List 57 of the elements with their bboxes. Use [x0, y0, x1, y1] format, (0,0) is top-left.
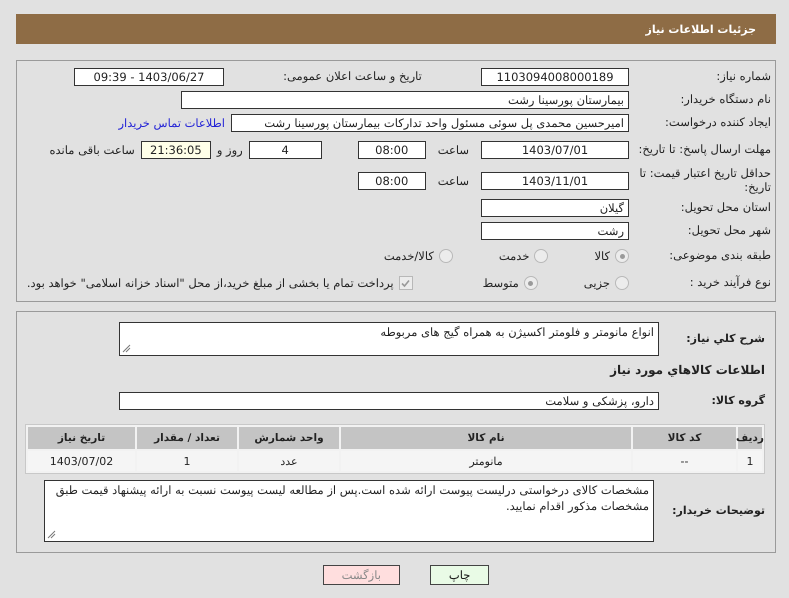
time-label: ساعت	[438, 174, 469, 188]
radio-button[interactable]	[615, 276, 629, 290]
time-field: 08:00	[358, 172, 426, 190]
field-label: شهر محل تحویل:	[686, 224, 771, 238]
field-label: شرح کلي نیاز:	[685, 332, 765, 346]
buyer-org-field: بیمارستان پورسینا رشت	[181, 91, 629, 109]
field-label: نوع فرآیند خرید :	[688, 276, 771, 290]
city-field: رشت	[481, 222, 629, 240]
checkbox-label: پرداخت تمام یا بخشی از مبلغ خرید،از محل "اسناد خزانه اسلامی" خواهد بود.	[26, 276, 394, 290]
goods-group-field: دارو، پزشکی و سلامت	[119, 392, 659, 410]
radio-label: متوسط	[482, 276, 519, 290]
field-label: مهلت ارسال پاسخ: تا تاریخ:	[637, 143, 771, 157]
field-label: تاریخ و ساعت اعلان عمومی:	[282, 70, 423, 84]
radio-label: کالا	[594, 249, 610, 263]
announce-date-field: 1403/06/27 - 09:39	[74, 68, 224, 86]
radio-button[interactable]	[615, 249, 629, 263]
description-field: انواع مانومتر و فلومتر اکسیژن به همراه گیج های مربوطه	[119, 322, 659, 356]
days-field: 4	[248, 141, 322, 159]
radio-button[interactable]	[524, 276, 538, 290]
contact-link[interactable]: اطلاعات تماس خریدار	[118, 116, 225, 130]
page-header: جزئیات اطلاعات نیاز	[16, 14, 776, 44]
need-number-field: 1103094008000189	[481, 68, 629, 86]
column-header: ردیف	[738, 427, 762, 449]
print-button[interactable]: چاپ	[430, 565, 490, 585]
remaining-label: ساعت باقی مانده	[50, 143, 135, 157]
checkbox[interactable]	[398, 276, 413, 290]
field-label: شماره نیاز:	[715, 70, 771, 84]
field-label: ایجاد کننده درخواست:	[664, 116, 771, 130]
province-field: گیلان	[481, 199, 629, 217]
time-label: ساعت	[438, 143, 469, 157]
radio-label: خدمت	[498, 249, 530, 263]
requester-field: امیرحسین محمدی پل سوئی مسئول واحد تدارکات بیمارستان پورسینا رشت	[231, 114, 629, 132]
column-header: واحد شمارش	[239, 427, 339, 449]
field-label: گروه کالا:	[710, 394, 765, 408]
column-header: تعداد / مقدار	[137, 427, 237, 449]
radio-label: جزیی	[584, 276, 610, 290]
column-header: تاریخ نیاز	[28, 427, 135, 449]
section-title: اطلاعات کالاهاي مورد نیاز	[608, 362, 765, 378]
check-icon	[401, 278, 410, 288]
buyer-notes-field: مشخصات کالای درخواستی درلیست پیوست ارائه شده است.پس از مطالعه لیست پیوست نسبت به ارائه پیشنهاد قیمت طبق مشخصات مذکور اقدام نمایید.	[44, 480, 654, 542]
field-label: طبقه بندی موضوعی:	[668, 249, 771, 263]
resize-grip-icon[interactable]	[122, 344, 131, 353]
time-field: 08:00	[358, 141, 426, 159]
column-header: نام کالا	[341, 427, 631, 449]
remaining-time-field: 21:36:05	[140, 141, 211, 159]
date-field: 1403/11/01	[481, 172, 629, 190]
field-label: نام دستگاه خریدار:	[679, 93, 771, 107]
radio-label: کالا/خدمت	[384, 249, 434, 263]
column-header: کد کالا	[633, 427, 736, 449]
radio-button[interactable]	[534, 249, 548, 263]
radio-button[interactable]	[438, 249, 453, 263]
field-label: حداقل تاریخ اعتبار قیمت: تا تاریخ:	[638, 167, 771, 195]
days-label: روز و	[216, 143, 243, 157]
date-field: 1403/07/01	[481, 141, 629, 159]
field-label: استان محل تحویل:	[680, 201, 771, 215]
resize-grip-icon[interactable]	[47, 530, 56, 539]
field-label: توضیحات خریدار:	[671, 504, 765, 518]
